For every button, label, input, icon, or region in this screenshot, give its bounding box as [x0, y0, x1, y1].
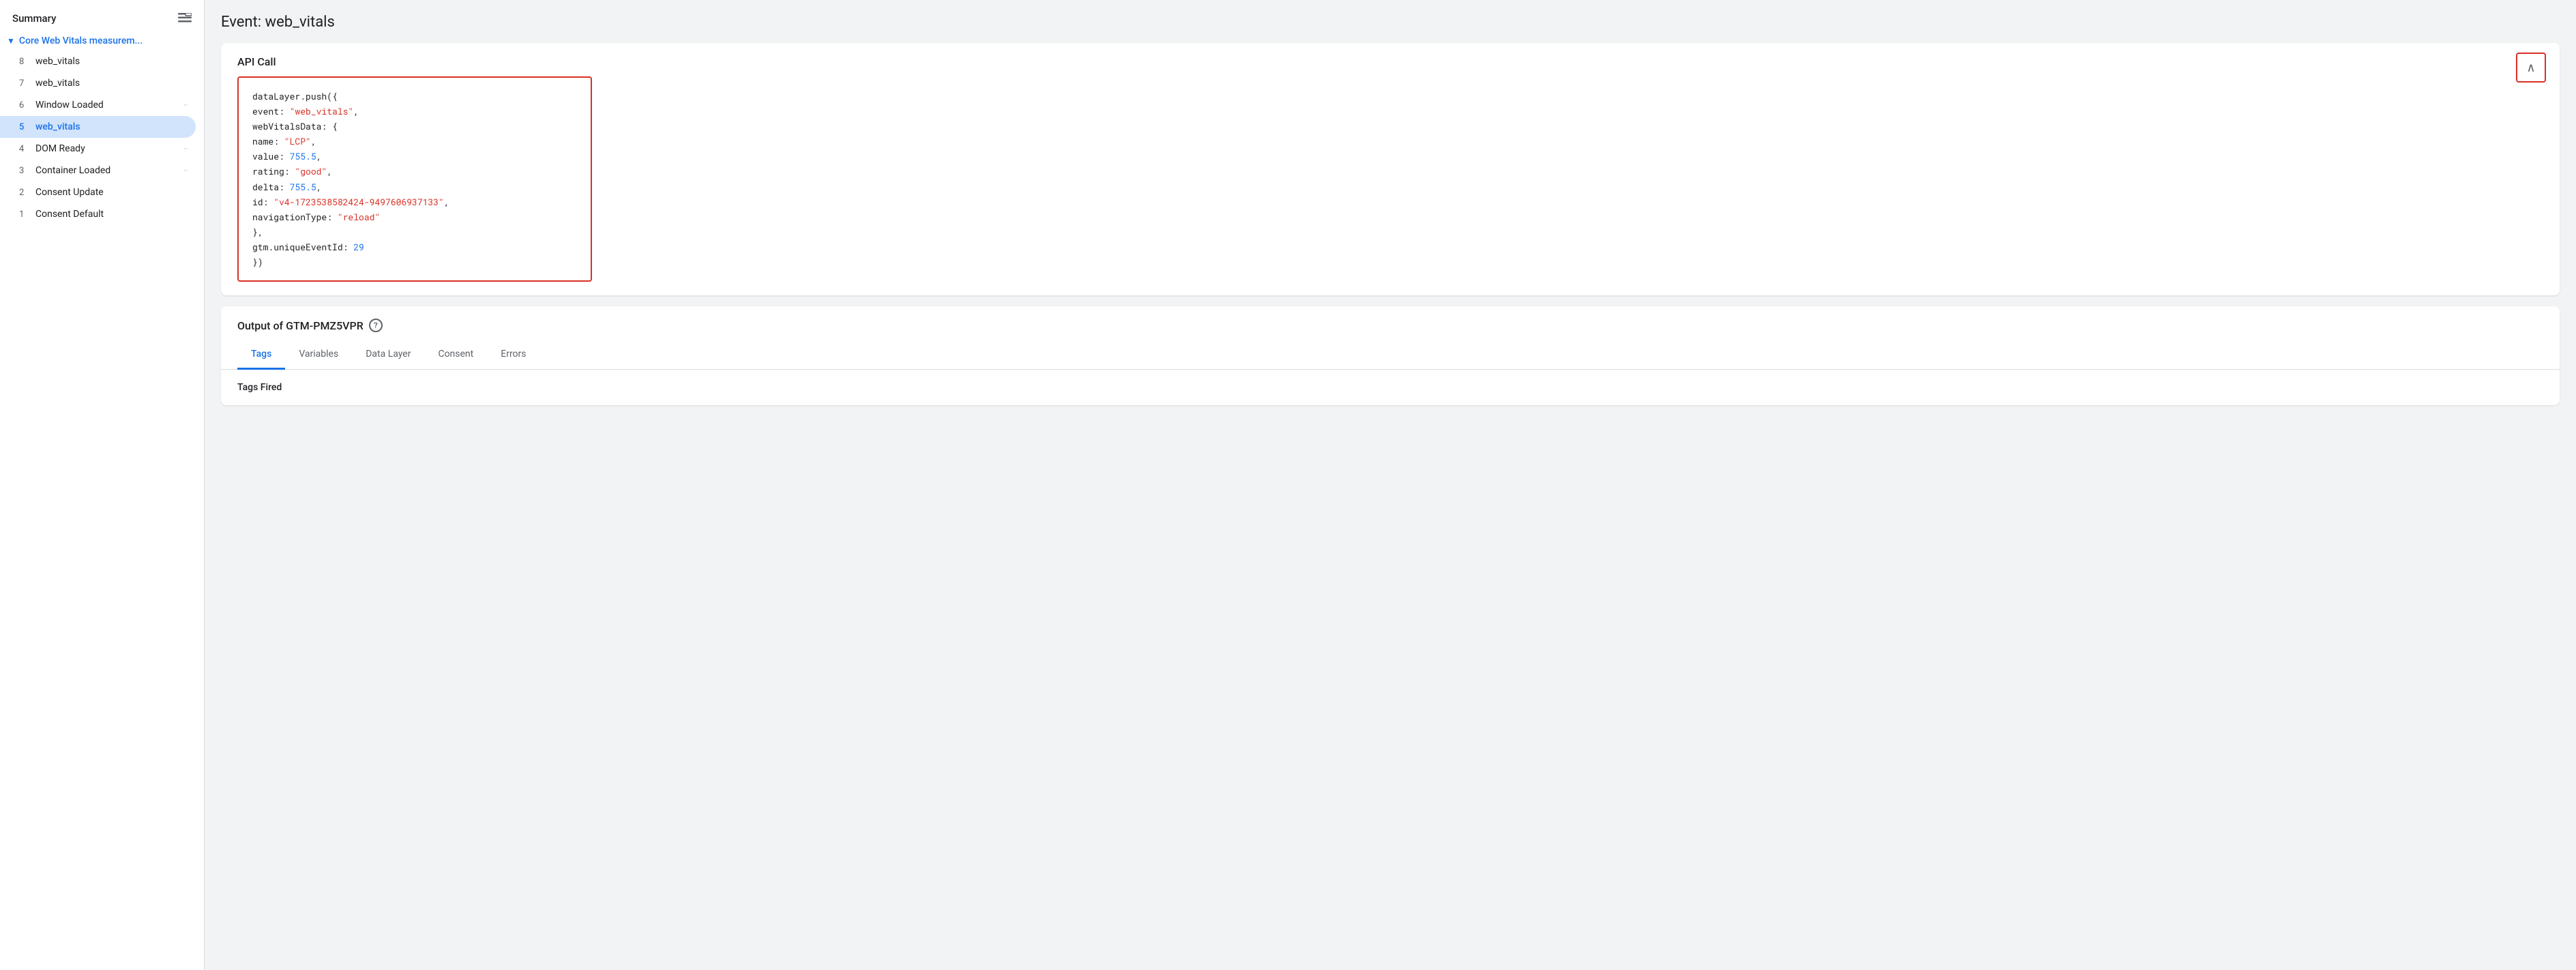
sidebar-item-web_vitals-7[interactable]: 7 web_vitals	[0, 72, 196, 94]
item-name: Container Loaded	[35, 165, 178, 176]
item-number: 8	[19, 57, 30, 67]
page-title: Event: web_vitals	[221, 14, 2560, 31]
sidebar-group-label-text: Core Web Vitals measurem...	[19, 35, 143, 46]
item-icon	[183, 170, 188, 171]
sidebar-item-web_vitals-8[interactable]: 8 web_vitals	[0, 50, 196, 72]
item-number: 2	[19, 188, 30, 198]
tags-fired-label: Tags Fired	[237, 382, 2543, 393]
chevron-down-icon: ▼	[7, 36, 15, 46]
output-title: Output of GTM-PMZ5VPR	[237, 319, 364, 332]
api-call-card: API Call dataLayer.push({ event: "web_vi…	[221, 43, 2560, 295]
tab-data-layer[interactable]: Data Layer	[352, 340, 424, 370]
sidebar-item-consent-default-1[interactable]: 1 Consent Default	[0, 203, 196, 225]
api-call-content: dataLayer.push({ event: "web_vitals", we…	[221, 76, 2560, 295]
tabs-bar: TagsVariablesData LayerConsentErrors	[221, 340, 2560, 370]
code-block: dataLayer.push({ event: "web_vitals", we…	[237, 76, 592, 282]
output-card-header: Output of GTM-PMZ5VPR ?	[221, 306, 2560, 340]
item-name: web_vitals	[35, 78, 188, 89]
api-call-header: API Call	[221, 43, 2560, 76]
output-card: Output of GTM-PMZ5VPR ? TagsVariablesDat…	[221, 306, 2560, 405]
item-icon	[183, 148, 188, 149]
sidebar-item-dom-ready-4[interactable]: 4 DOM Ready	[0, 138, 196, 160]
item-number: 5	[19, 122, 30, 132]
item-name: web_vitals	[35, 56, 188, 67]
sidebar-item-web_vitals-5[interactable]: 5 web_vitals	[0, 116, 196, 138]
summary-label: Summary	[12, 12, 56, 25]
item-number: 1	[19, 209, 30, 220]
main-content: Event: web_vitals API Call dataLayer.pus…	[205, 0, 2576, 970]
item-name: Window Loaded	[35, 100, 178, 111]
output-header: Output of GTM-PMZ5VPR ?	[237, 319, 383, 332]
item-number: 3	[19, 166, 30, 176]
sidebar-item-container-loaded-3[interactable]: 3 Container Loaded	[0, 160, 196, 181]
help-icon[interactable]: ?	[369, 319, 383, 332]
tab-tags[interactable]: Tags	[237, 340, 285, 370]
tab-variables[interactable]: Variables	[285, 340, 352, 370]
sidebar-item-window-loaded-6[interactable]: 6 Window Loaded	[0, 94, 196, 116]
sidebar-item-consent-update-2[interactable]: 2 Consent Update	[0, 181, 196, 203]
collapse-button[interactable]: ∧	[2516, 53, 2546, 83]
item-name: web_vitals	[35, 121, 188, 132]
item-name: DOM Ready	[35, 143, 178, 154]
item-number: 7	[19, 78, 30, 89]
item-number: 6	[19, 100, 30, 111]
item-name: Consent Update	[35, 187, 188, 198]
tab-errors[interactable]: Errors	[487, 340, 539, 370]
item-icon	[183, 104, 188, 106]
item-number: 4	[19, 144, 30, 154]
card-body: Tags Fired	[221, 370, 2560, 405]
sidebar: Summary ▼ Core Web Vitals measurem... 8 …	[0, 0, 205, 970]
sidebar-group-core-web-vitals[interactable]: ▼ Core Web Vitals measurem...	[0, 31, 204, 50]
filter-button[interactable]	[178, 13, 192, 24]
sidebar-items-container: 8 web_vitals 7 web_vitals 6 Window Loade…	[0, 50, 204, 225]
sidebar-header: Summary	[0, 5, 204, 31]
item-name: Consent Default	[35, 209, 188, 220]
tab-consent[interactable]: Consent	[424, 340, 487, 370]
